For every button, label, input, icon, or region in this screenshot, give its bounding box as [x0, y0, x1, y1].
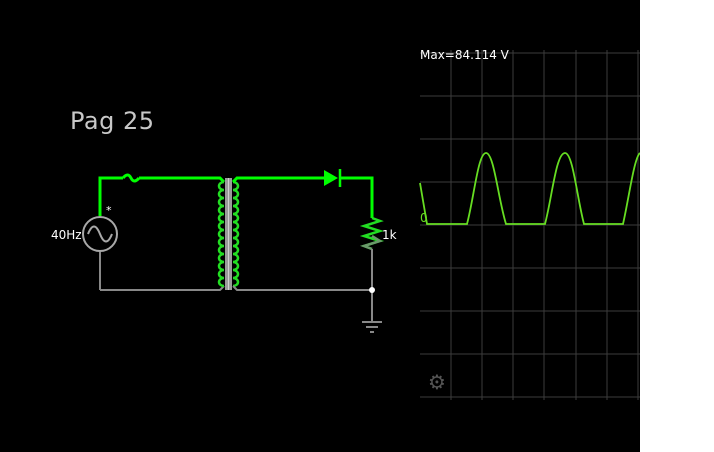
diode-icon[interactable]	[324, 170, 338, 186]
ground-icon[interactable]	[362, 321, 382, 333]
page-title: Pag 25	[70, 107, 155, 135]
transformer[interactable]	[217, 178, 240, 290]
sine-symbol-icon	[87, 225, 113, 243]
secondary-coil	[232, 180, 240, 288]
fuse-element[interactable]	[121, 173, 141, 183]
gear-icon[interactable]: ⚙	[428, 372, 446, 392]
resistor-value-label: 1k	[382, 228, 397, 242]
secondary-circuit	[231, 169, 385, 333]
scope-zero-label: 0	[420, 211, 428, 225]
wire-secondary-top[interactable]	[231, 176, 324, 184]
source-marker: *	[106, 204, 112, 217]
circuit-canvas[interactable]: Pag 25 * 40Hz 1k Max=84.114 V 0 ⚙	[0, 0, 640, 452]
wire-secondary-return[interactable]	[232, 285, 372, 291]
primary-coil	[217, 180, 225, 288]
oscilloscope[interactable]	[419, 50, 640, 400]
wire-diode-resistor[interactable]	[340, 176, 374, 218]
circuit-diagram	[82, 50, 640, 400]
side-panel	[640, 0, 714, 452]
wire-to-transformer[interactable]	[139, 176, 226, 184]
junction-node	[369, 287, 375, 293]
primary-circuit	[82, 173, 226, 291]
source-frequency-label: 40Hz	[51, 228, 82, 242]
scope-grid	[420, 50, 640, 400]
scope-max-label: Max=84.114 V	[420, 48, 509, 62]
wire-primary-return[interactable]	[100, 285, 225, 291]
